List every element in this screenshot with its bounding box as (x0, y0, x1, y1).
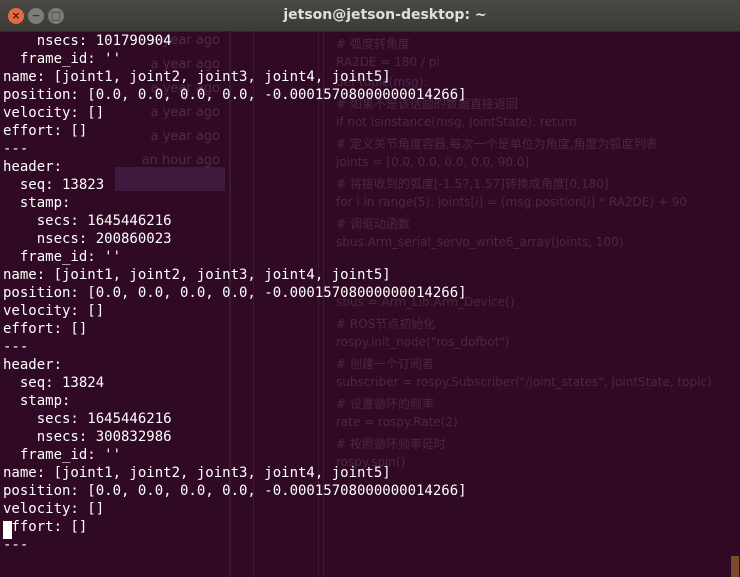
terminal-line: stamp: (3, 393, 71, 409)
terminal-line: frame_id: '' (3, 249, 122, 265)
terminal-line: --- (3, 339, 29, 355)
terminal-line: effort: [] (3, 519, 88, 535)
terminal-line: nsecs: 300832986 (3, 429, 172, 445)
terminal-output[interactable]: nsecs: 101790904 frame_id: '' name: [join… (0, 31, 740, 577)
terminal-line: name: [joint1, joint2, joint3, joint4, j… (3, 267, 391, 283)
terminal-line: header: (3, 159, 63, 175)
terminal-window: × − □ jetson@jetson-desktop: ~ a year ag… (0, 0, 740, 577)
terminal-line: velocity: [] (3, 105, 105, 121)
terminal-line: name: [joint1, joint2, joint3, joint4, j… (3, 69, 391, 85)
terminal-line: seq: 13824 (3, 375, 105, 391)
terminal-line: nsecs: 200860023 (3, 231, 172, 247)
terminal-line: effort: [] (3, 321, 88, 337)
terminal-line: header: (3, 357, 63, 373)
terminal-line: secs: 1645446216 (3, 213, 172, 229)
terminal-line: stamp: (3, 195, 71, 211)
terminal-line: name: [joint1, joint2, joint3, joint4, j… (3, 465, 391, 481)
window-title: jetson@jetson-desktop: ~ (283, 7, 487, 23)
terminal-line: velocity: [] (3, 303, 105, 319)
terminal-line: --- (3, 141, 29, 157)
terminal-line: position: [0.0, 0.0, 0.0, 0.0, -0.000157… (3, 285, 467, 301)
terminal-line: position: [0.0, 0.0, 0.0, 0.0, -0.000157… (3, 483, 467, 499)
terminal-line: frame_id: '' (3, 447, 122, 463)
terminal-line: velocity: [] (3, 501, 105, 517)
terminal-line: secs: 1645446216 (3, 411, 172, 427)
text-cursor (3, 521, 12, 539)
terminal-line: frame_id: '' (3, 51, 122, 67)
terminal-line: seq: 13823 (3, 177, 105, 193)
title-bar[interactable]: × − □ jetson@jetson-desktop: ~ (0, 0, 740, 32)
terminal-line: nsecs: 101790904 (3, 33, 172, 49)
terminal-line: position: [0.0, 0.0, 0.0, 0.0, -0.000157… (3, 87, 467, 103)
terminal-line: effort: [] (3, 123, 88, 139)
